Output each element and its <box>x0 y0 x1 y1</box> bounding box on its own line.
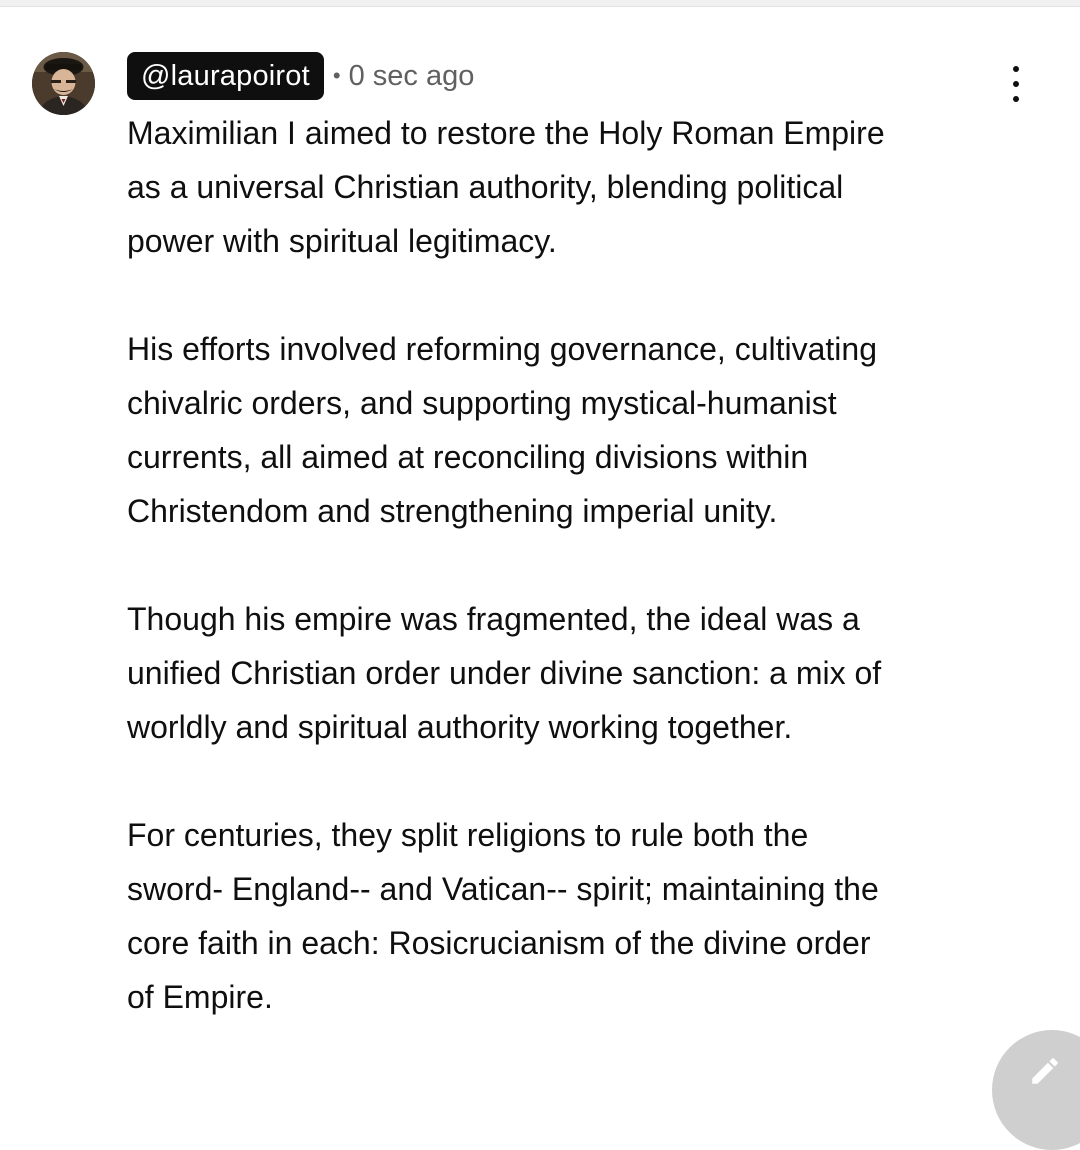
text-line: unified Christian order under divine san… <box>127 655 882 691</box>
text-line: currents, all aimed at reconciling divis… <box>127 439 809 475</box>
text-line: Christendom and strengthening imperial u… <box>127 493 778 529</box>
text-line: Though his empire was fragmented, the id… <box>127 601 860 637</box>
text-line: core faith in each: Rosicrucianism of th… <box>127 925 871 961</box>
meta-separator: • <box>332 63 341 88</box>
comment-body: Maximilian I aimed to restore the Holy R… <box>127 106 1057 1078</box>
menu-dot <box>1013 66 1019 72</box>
comment-timestamp: 0 sec ago <box>348 59 475 92</box>
avatar-portrait-icon <box>32 52 95 115</box>
more-vert-icon[interactable] <box>1000 62 1032 106</box>
comment-paragraph: His efforts involved reforming governanc… <box>127 322 1057 538</box>
comment-paragraph: For centuries, they split religions to r… <box>127 808 1057 1024</box>
text-line: worldly and spiritual authority working … <box>127 709 793 745</box>
text-line: His efforts involved reforming governanc… <box>127 331 877 367</box>
comment-card: @laurapoirot • 0 sec ago Maximilian I ai… <box>0 0 1080 1150</box>
text-line: For centuries, they split religions to r… <box>127 817 809 853</box>
text-line: Maximilian I aimed to restore the Holy R… <box>127 115 885 151</box>
text-line: sword- England-- and Vatican-- spirit; m… <box>127 871 879 907</box>
comment-header: @laurapoirot • 0 sec ago <box>127 52 474 100</box>
text-line: chivalric orders, and supporting mystica… <box>127 385 837 421</box>
text-line: of Empire. <box>127 979 273 1015</box>
text-line: power with spiritual legitimacy. <box>127 223 557 259</box>
comment-paragraph: Maximilian I aimed to restore the Holy R… <box>127 106 1057 268</box>
author-handle[interactable]: @laurapoirot <box>127 52 324 100</box>
menu-dot <box>1013 81 1019 87</box>
comment-paragraph: Though his empire was fragmented, the id… <box>127 592 1057 754</box>
text-line: as a universal Christian authority, blen… <box>127 169 844 205</box>
author-avatar[interactable] <box>32 52 95 115</box>
menu-dot <box>1013 96 1019 102</box>
edit-pencil-icon <box>1032 1058 1058 1084</box>
